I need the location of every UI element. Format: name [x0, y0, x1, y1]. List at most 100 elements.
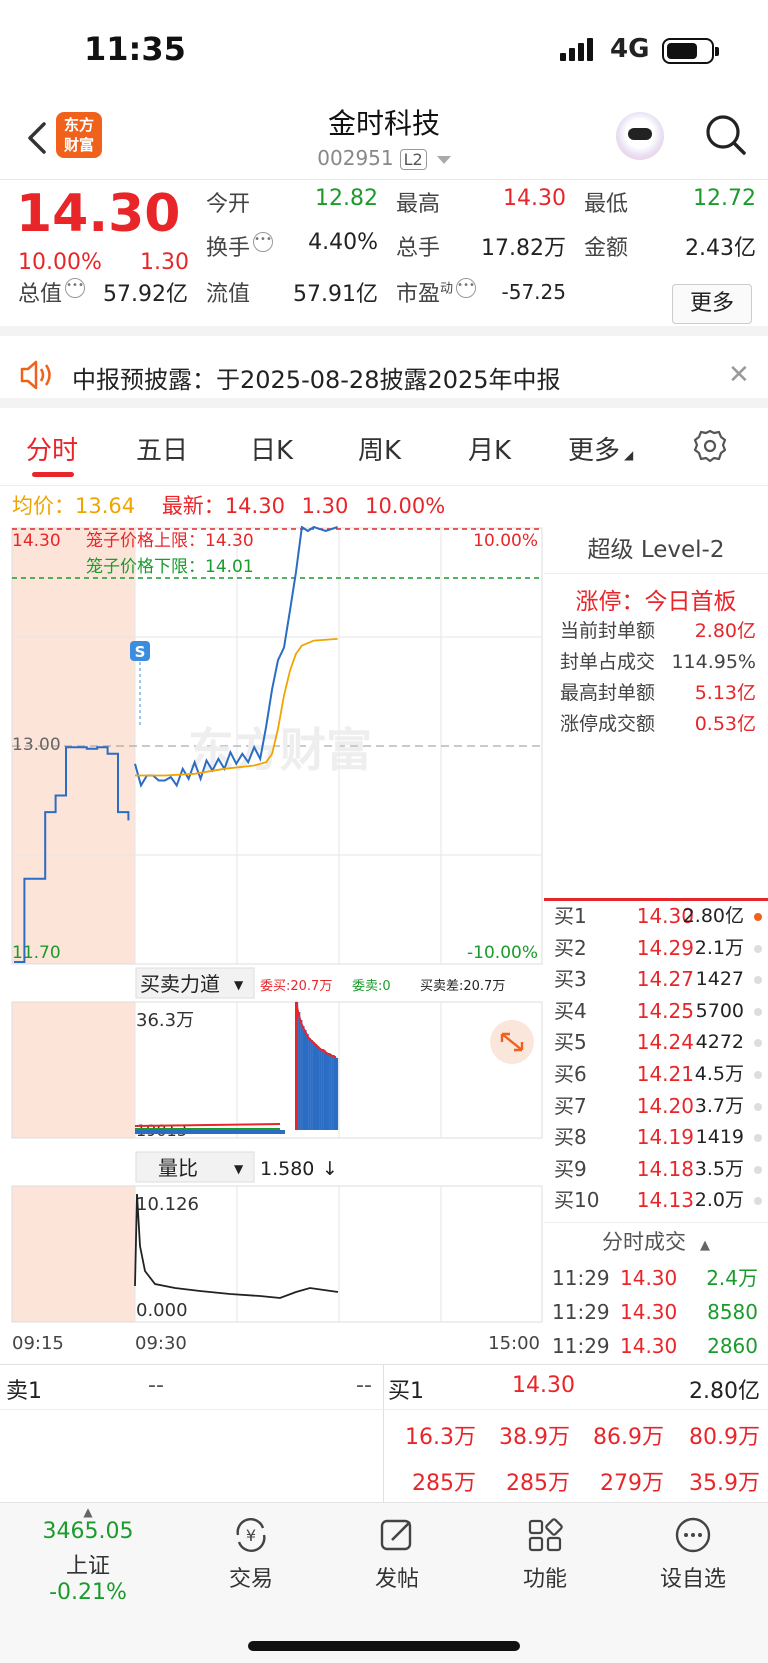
buy-queue: 80.9万: [689, 1425, 760, 1450]
buy1-vol: 2.80亿: [689, 1379, 760, 1404]
amount-value: 2.43亿: [685, 236, 756, 261]
force-bar: [312, 1042, 315, 1130]
premarket-shade: [12, 1002, 135, 1138]
stock-header: 东方 财富 金时科技 002951 L2: [0, 100, 768, 180]
order-book-row: 买10 14.13 2.0万: [544, 1185, 768, 1217]
tab-underline: [32, 472, 74, 477]
svg-text:¥: ¥: [246, 1526, 256, 1545]
level2-title: 超级 Level-2: [544, 526, 768, 574]
order-dot: [754, 1039, 762, 1048]
force-bar: [135, 1130, 285, 1134]
force-bar: [308, 1038, 311, 1130]
signal-icon: [560, 38, 596, 61]
volume-label: 总手: [396, 236, 441, 261]
sell1-label: 卖1: [6, 1379, 42, 1404]
ratio-top-value: 10.126: [136, 1194, 199, 1215]
robot-assistant-icon[interactable]: [616, 112, 664, 160]
grid-icon: [528, 1518, 563, 1552]
tab-monthly-k[interactable]: 月K: [468, 430, 511, 467]
force-bar: [300, 1020, 303, 1130]
settings-icon[interactable]: [692, 428, 728, 464]
order-book-row: 买7 14.20 3.7万: [544, 1091, 768, 1123]
force-bar: [323, 1050, 326, 1130]
bottom-quote: 卖1 -- -- 买1 14.30 2.80亿 16.3万 38.9万 86.9…: [0, 1364, 768, 1503]
lower-cage-label: 笼子价格下限：14.01: [86, 557, 254, 577]
notice-text: 中报预披露：于2025-08-28披露2025年中报: [72, 366, 561, 394]
tab-post[interactable]: 发帖: [342, 1515, 452, 1593]
force-bar: [317, 1046, 320, 1130]
order-book-row: 买6 14.21 4.5万: [544, 1059, 768, 1091]
edit-icon: [380, 1519, 412, 1551]
info-dots-icon[interactable]: •••: [456, 278, 477, 298]
search-icon[interactable]: [704, 110, 748, 158]
change-amount: 1.30: [140, 250, 189, 275]
tab-intraday[interactable]: 分时: [26, 430, 78, 467]
chevron-down-icon: ▼: [234, 978, 244, 992]
status-bar: 11:35 4G: [0, 0, 768, 100]
force-bar: [314, 1044, 318, 1130]
level2-panel[interactable]: 超级 Level-2 涨停：今日首板 当前封单额 2.80亿 封单占成交 114.9…: [544, 526, 768, 740]
close-icon[interactable]: ✕: [728, 360, 750, 390]
l2-badge: L2: [399, 149, 427, 170]
buy-queue: 279万: [600, 1471, 664, 1496]
last-price: 14.30: [16, 184, 181, 244]
mktcap-value: 57.92亿: [103, 282, 188, 307]
pe-value: -57.25: [501, 280, 566, 304]
buy1-price: 14.30: [512, 1373, 575, 1398]
buy-queue: 35.9万: [689, 1471, 760, 1496]
buy-queue: 16.3万: [405, 1425, 476, 1450]
order-dot: [754, 1102, 762, 1111]
high-label: 最高: [396, 192, 441, 217]
info-dots-icon[interactable]: •••: [65, 278, 86, 298]
chart-tabs: 分时 五日 日K 周K 月K 更多 ◢: [0, 416, 768, 486]
tick-section[interactable]: 分时成交 ▲ 11:29 14.30 2.4万 11:29 14.30 8580 11:2…: [544, 1222, 768, 1363]
tick-title[interactable]: 分时成交 ▲: [544, 1223, 768, 1261]
amount-label: 金额: [584, 236, 629, 261]
force-top-value: 36.3万: [136, 1010, 194, 1031]
order-book-row: 买1 14.30 2.80亿: [544, 901, 768, 933]
more-button[interactable]: 更多: [672, 284, 752, 324]
tab-functions[interactable]: 功能: [490, 1515, 600, 1593]
buy1-label: 买1: [388, 1379, 424, 1404]
volume-value: 17.82万: [481, 236, 566, 261]
force-diff: 买卖差:20.7万: [420, 979, 505, 994]
order-book-row: 买9 14.18 3.5万: [544, 1154, 768, 1186]
order-book-row: 买3 14.27 1427: [544, 964, 768, 996]
network-label: 4G: [610, 34, 650, 64]
tab-weekly-k[interactable]: 周K: [358, 430, 401, 467]
info-dots-icon[interactable]: •••: [253, 232, 274, 252]
order-book-row: 买4 14.25 5700: [544, 996, 768, 1028]
info-line: 均价：13.64 最新：14.30 1.30 10.00%: [12, 490, 445, 520]
order-dot: [754, 1007, 762, 1016]
buy-queue: 285万: [412, 1471, 476, 1496]
index-ticker[interactable]: ▲ 3465.05 上证 -0.21%: [28, 1505, 148, 1605]
order-book[interactable]: 买1 14.30 2.80亿 买2 14.29 2.1万 买3 14.27 1427 买4 14.2…: [544, 898, 768, 1217]
last-pct: 10.00%: [365, 494, 446, 518]
float-value: 57.91亿: [293, 282, 378, 307]
tab-more[interactable]: 更多 ◢: [568, 430, 633, 467]
ratio-label: 量比: [158, 1156, 198, 1180]
tick-row: 11:29 14.30 8580: [552, 1300, 758, 1324]
y-bottom-label: 11.70: [12, 943, 61, 963]
force-bar: [310, 1040, 313, 1130]
tab-trade[interactable]: ¥ 交易: [196, 1515, 306, 1593]
high-value: 14.30: [503, 186, 566, 211]
change-percent: 10.00%: [18, 250, 102, 275]
tab-five-day[interactable]: 五日: [136, 430, 188, 467]
force-bar: [306, 1034, 309, 1130]
notice-banner[interactable]: 中报预披露：于2025-08-28披露2025年中报 ✕: [0, 346, 768, 408]
tab-watchlist[interactable]: 设自选: [638, 1515, 748, 1593]
bottom-tab-bar: ▲ 3465.05 上证 -0.21% ¥ 交易 发帖 功能 设自选: [0, 1502, 768, 1663]
tab-daily-k[interactable]: 日K: [250, 430, 293, 467]
caret-up-icon: ▲: [83, 1505, 93, 1519]
y-top-label: 14.30: [12, 531, 61, 551]
upper-cage-label: 笼子价格上限：14.30: [86, 531, 254, 551]
buy-queue: 38.9万: [499, 1425, 570, 1450]
force-bar: [325, 1052, 328, 1130]
y-mid-label: 13.00: [12, 735, 61, 755]
l2-row: 最高封单额 5.13亿: [560, 682, 756, 704]
premarket-shade: [12, 1186, 135, 1322]
order-dot: [754, 944, 762, 953]
intraday-chart[interactable]: 14.30 笼子价格上限：14.30 笼子价格下限：14.01 10.00% 1…: [0, 526, 544, 1366]
caret-down-icon[interactable]: [436, 155, 451, 164]
